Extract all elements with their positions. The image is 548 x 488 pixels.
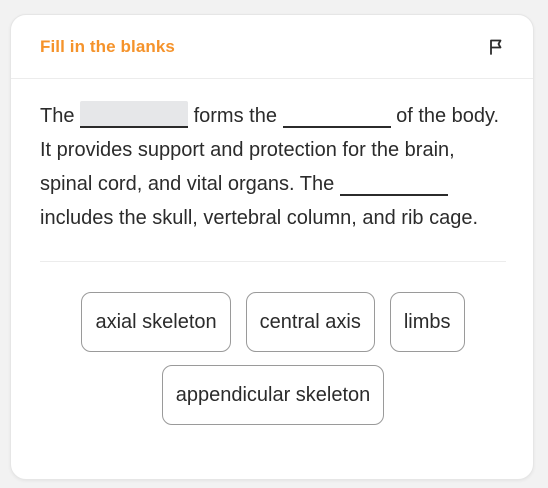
blank-2[interactable]	[282, 101, 391, 128]
divider	[40, 261, 506, 262]
blank-1[interactable]	[80, 101, 189, 128]
flag-icon	[490, 39, 502, 55]
answer-options: axial skeleton central axis limbs append…	[40, 292, 506, 425]
option-axial-skeleton[interactable]: axial skeleton	[81, 292, 231, 352]
option-central-axis[interactable]: central axis	[245, 292, 375, 352]
card-header: Fill in the blanks	[11, 15, 533, 79]
fill-in-blanks-card: Fill in the blanks The forms the of the …	[10, 14, 534, 480]
flag-button[interactable]	[485, 36, 507, 58]
passage-segment: includes the skull, vertebral column, an…	[40, 207, 479, 229]
blank-3[interactable]	[339, 169, 448, 196]
passage-segment: The	[40, 105, 75, 127]
option-limbs[interactable]: limbs	[389, 292, 465, 352]
passage-segment: forms the	[193, 105, 277, 127]
card-body: The forms the of the body. It provides s…	[11, 79, 533, 425]
passage-text: The forms the of the body. It provides s…	[40, 99, 510, 235]
option-appendicular-skeleton[interactable]: appendicular skeleton	[161, 365, 385, 425]
card-title: Fill in the blanks	[40, 36, 175, 56]
